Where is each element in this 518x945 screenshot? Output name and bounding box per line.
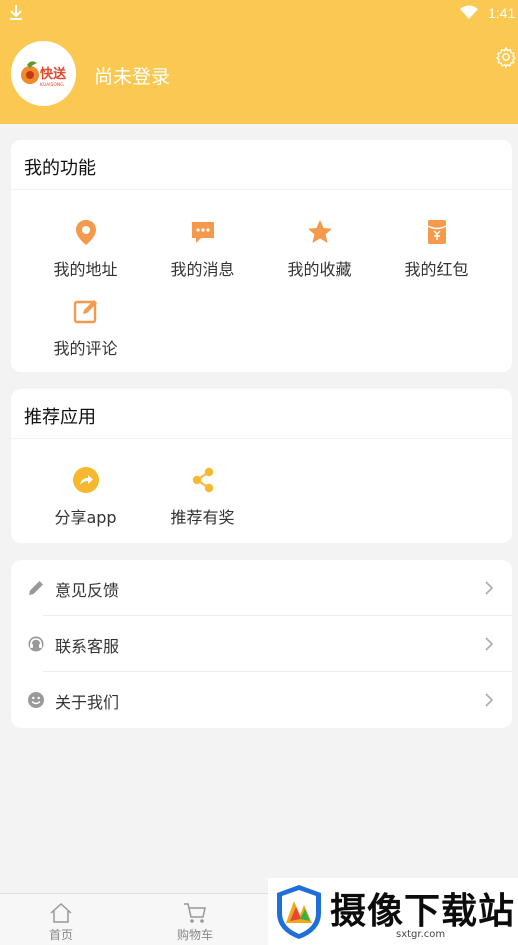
- share-app-button[interactable]: 分享app: [27, 466, 144, 528]
- avatar[interactable]: 快送 KUAISONG: [11, 41, 76, 106]
- recommended-apps-title: 推荐应用: [24, 407, 96, 428]
- my-favorites-label: 我的收藏: [287, 260, 352, 279]
- logo-text: 快送: [40, 66, 67, 82]
- divider: [11, 438, 512, 439]
- menu-list-card: 意见反馈 联系客服 关于我们: [11, 560, 512, 728]
- contact-support-label: 联系客服: [55, 637, 120, 656]
- share-nodes-icon: [192, 467, 213, 493]
- my-favorites-button[interactable]: 我的收藏: [261, 218, 378, 280]
- download-icon: [10, 5, 22, 20]
- feedback-row[interactable]: 意见反馈: [11, 560, 512, 616]
- chevron-right-icon: [485, 581, 494, 595]
- home-icon: [50, 902, 72, 923]
- recommend-reward-button[interactable]: 推荐有奖: [144, 466, 261, 528]
- nav-cart[interactable]: 购物车: [165, 902, 225, 943]
- divider: [11, 189, 512, 190]
- about-us-row[interactable]: 关于我们: [11, 672, 512, 728]
- edit-comment-icon: [73, 300, 97, 324]
- my-messages-label: 我的消息: [170, 260, 235, 279]
- message-icon: [191, 222, 214, 243]
- status-bar: 1:41: [0, 0, 518, 28]
- watermark-shield-icon: [277, 885, 321, 939]
- my-comments-button[interactable]: 我的评论: [27, 297, 144, 359]
- red-envelope-icon: [427, 220, 446, 244]
- smiley-icon: [28, 692, 44, 708]
- nav-cart-label: 购物车: [176, 928, 213, 942]
- watermark-text: 摄像下载站: [330, 891, 516, 932]
- watermark: 摄像下载站 sxtgr.com: [268, 878, 518, 945]
- location-pin-icon: [75, 220, 96, 245]
- feedback-label: 意见反馈: [55, 581, 120, 600]
- my-comments-label: 我的评论: [53, 339, 118, 358]
- my-address-button[interactable]: 我的地址: [27, 218, 144, 280]
- logo-subtext: KUAISONG: [40, 82, 64, 88]
- share-app-label: 分享app: [54, 508, 117, 527]
- star-icon: [307, 220, 332, 243]
- my-functions-title: 我的功能: [24, 158, 96, 179]
- chevron-right-icon: [485, 693, 494, 707]
- nav-home[interactable]: 首页: [31, 902, 91, 943]
- pencil-icon: [29, 581, 43, 595]
- recommend-reward-label: 推荐有奖: [170, 508, 235, 527]
- about-us-label: 关于我们: [55, 693, 120, 712]
- my-messages-button[interactable]: 我的消息: [144, 218, 261, 280]
- app-logo-icon: 快送 KUAISONG: [11, 41, 76, 106]
- my-address-label: 我的地址: [53, 260, 118, 279]
- profile-header: 1:41 快送 KUAISONG 尚未登录: [0, 0, 518, 124]
- login-status-text[interactable]: 尚未登录: [94, 62, 170, 89]
- watermark-url: sxtgr.com: [396, 929, 446, 940]
- settings-gear-icon[interactable]: [495, 46, 517, 68]
- headset-icon: [28, 636, 44, 652]
- my-red-envelope-label: 我的红包: [404, 260, 469, 279]
- my-red-envelope-button[interactable]: 我的红包: [378, 218, 495, 280]
- chevron-right-icon: [485, 637, 494, 651]
- wifi-icon: [460, 5, 478, 19]
- recommended-apps-card: 推荐应用 分享app 推荐有奖: [11, 389, 512, 543]
- my-functions-card: 我的功能 我的地址 我的消息 我的收藏 我的红包 我的评论: [11, 140, 512, 372]
- share-arrow-icon: [72, 467, 99, 493]
- contact-support-row[interactable]: 联系客服: [11, 616, 512, 672]
- cart-icon: [184, 903, 206, 923]
- nav-home-label: 首页: [48, 928, 73, 942]
- status-time: 1:41: [488, 5, 516, 21]
